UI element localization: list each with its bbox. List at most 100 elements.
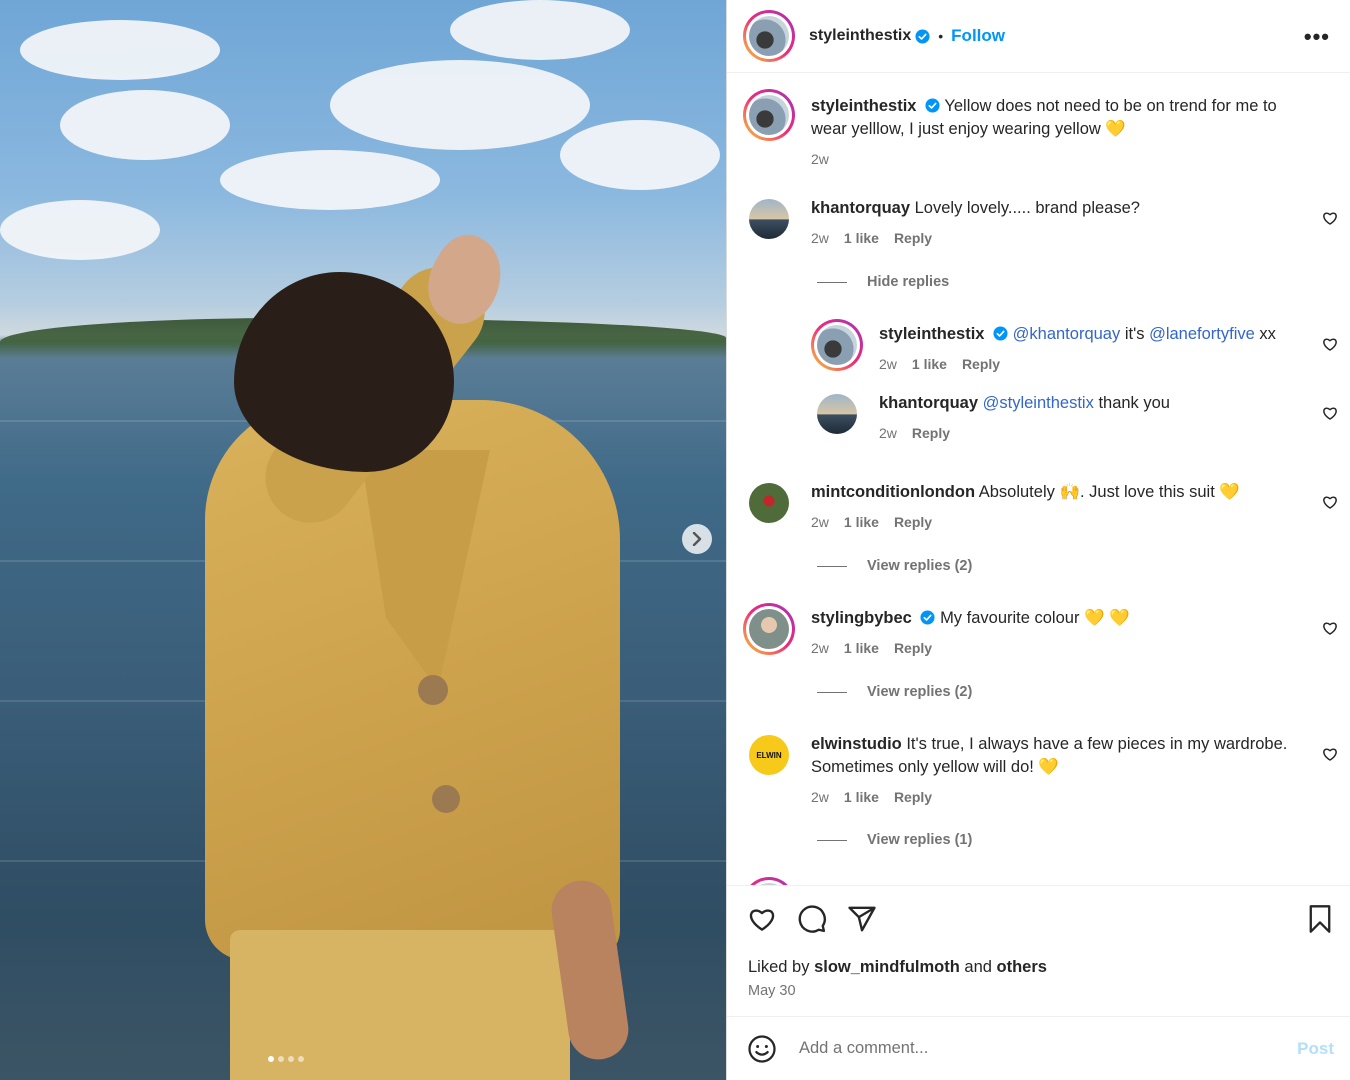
commenter-avatar[interactable]: ELWIN [743,729,795,781]
comment-text: Lovely lovely..... brand please? [914,199,1140,217]
comment-username[interactable]: mintconditionlondon [811,483,975,501]
commenter-avatar[interactable] [811,319,863,371]
carousel-dot-active [268,1056,274,1062]
caption-avatar[interactable] [743,89,795,141]
cloud [450,0,630,60]
comment-time: 2w [811,789,829,805]
carousel-dot [298,1056,304,1062]
verified-badge-icon [915,28,930,44]
more-options-icon[interactable]: ••• [1304,24,1330,50]
divider-line [817,281,847,283]
cloud [330,60,590,150]
heart-icon[interactable] [1322,336,1338,352]
comment-text: Absolutely 🙌. Just love this suit 💛 [978,483,1240,501]
divider-line [817,839,847,841]
heart-icon[interactable] [1322,210,1338,226]
follow-button[interactable]: Follow [951,26,1005,46]
comment-time: 2w [879,425,897,441]
author-username[interactable]: styleinthestix [809,27,911,45]
cloud [560,120,720,190]
share-icon[interactable] [847,904,877,934]
view-replies-button[interactable]: View replies (1) [817,832,972,848]
carousel-dots [268,1056,304,1062]
commenter-avatar[interactable] [811,388,863,440]
mention-link[interactable]: @lanefortyfive [1149,325,1255,343]
comment-likes[interactable]: 1 like [844,227,879,250]
jacket-button [418,675,448,705]
comment-username[interactable]: stylingbybec [811,609,912,627]
view-replies-button[interactable]: View replies (2) [817,684,972,700]
commenter-avatar[interactable] [743,477,795,529]
commenter-avatar[interactable] [743,603,795,655]
reply-button[interactable]: Reply [962,353,1000,376]
comment-likes[interactable]: 1 like [844,637,879,660]
likes-prefix: Liked by [748,958,810,976]
reply-button[interactable]: Reply [894,227,932,250]
cloud [220,150,440,210]
reply-button[interactable]: Reply [894,637,932,660]
reply-text: it's [1124,325,1145,343]
next-image-button[interactable] [682,524,712,554]
mention-link[interactable]: @styleinthestix [983,394,1094,412]
post-header: styleinthestix • Follow ••• [727,0,1350,73]
emoji-icon[interactable] [747,1034,777,1064]
liked-by-user[interactable]: slow_mindfulmoth [814,958,960,976]
post-side-panel: styleinthestix • Follow ••• styleinthest… [726,0,1350,1080]
commenter-avatar[interactable] [743,877,795,885]
verified-badge-icon [920,610,935,625]
reply-text: xx [1259,325,1276,343]
post-comment-button[interactable]: Post [1297,1039,1334,1059]
comment-username[interactable]: khantorquay [811,199,910,217]
bookmark-icon[interactable] [1306,904,1334,934]
reply-button[interactable]: Reply [894,786,932,809]
reply-username[interactable]: khantorquay [879,394,978,412]
heart-icon[interactable] [1322,405,1338,421]
caption-username[interactable]: styleinthestix [811,97,916,115]
post-actions: Liked by slow_mindfulmoth and others May… [727,885,1350,1016]
likes-and: and [964,958,992,976]
comment-username[interactable]: elwinstudio [811,735,902,753]
comment-time: 2w [811,514,829,530]
cloud [60,90,230,160]
heart-icon[interactable] [1322,494,1338,510]
hide-replies-label: Hide replies [867,274,950,290]
mention-link[interactable]: @khantorquay [1013,325,1121,343]
verified-badge-icon [925,98,940,113]
add-comment-bar: Post [727,1016,1350,1080]
comment-likes[interactable]: 1 like [912,353,947,376]
comment-input[interactable] [799,1039,1259,1058]
reply-text: thank you [1098,394,1170,412]
cloud [0,200,160,260]
comment-time: 2w [811,640,829,656]
verified-badge-icon [993,326,1008,341]
cloud [20,20,220,80]
reply-username[interactable]: styleinthestix [879,325,984,343]
comment-icon[interactable] [797,904,827,934]
comment-likes[interactable]: 1 like [844,511,879,534]
heart-icon[interactable] [1322,746,1338,762]
divider-line [817,565,847,567]
heart-icon[interactable] [1322,620,1338,636]
hide-replies-button[interactable]: Hide replies [817,274,949,290]
view-replies-label: View replies (2) [867,684,973,700]
carousel-dot [278,1056,284,1062]
elwin-logo: ELWIN [749,735,789,775]
comment-time: 2w [811,230,829,246]
author-avatar[interactable] [743,10,795,62]
post-date: May 30 [748,983,796,999]
post-image[interactable] [0,0,726,1080]
commenter-avatar[interactable] [743,193,795,245]
view-replies-label: View replies (1) [867,832,973,848]
reply-button[interactable]: Reply [894,511,932,534]
caption-time: 2w [811,151,829,167]
view-replies-button[interactable]: View replies (2) [817,558,972,574]
comment-likes[interactable]: 1 like [844,786,879,809]
liked-by-others[interactable]: others [997,958,1047,976]
comment-time: 2w [879,356,897,372]
comment-text: My favourite colour 💛 💛 [940,609,1130,627]
comments-list[interactable]: styleinthestix Yellow does not need to b… [727,73,1350,885]
reply-button[interactable]: Reply [912,422,950,445]
chevron-right-icon [692,532,702,546]
like-heart-icon[interactable] [747,904,777,934]
likes-summary: Liked by slow_mindfulmoth and others [748,958,1047,977]
